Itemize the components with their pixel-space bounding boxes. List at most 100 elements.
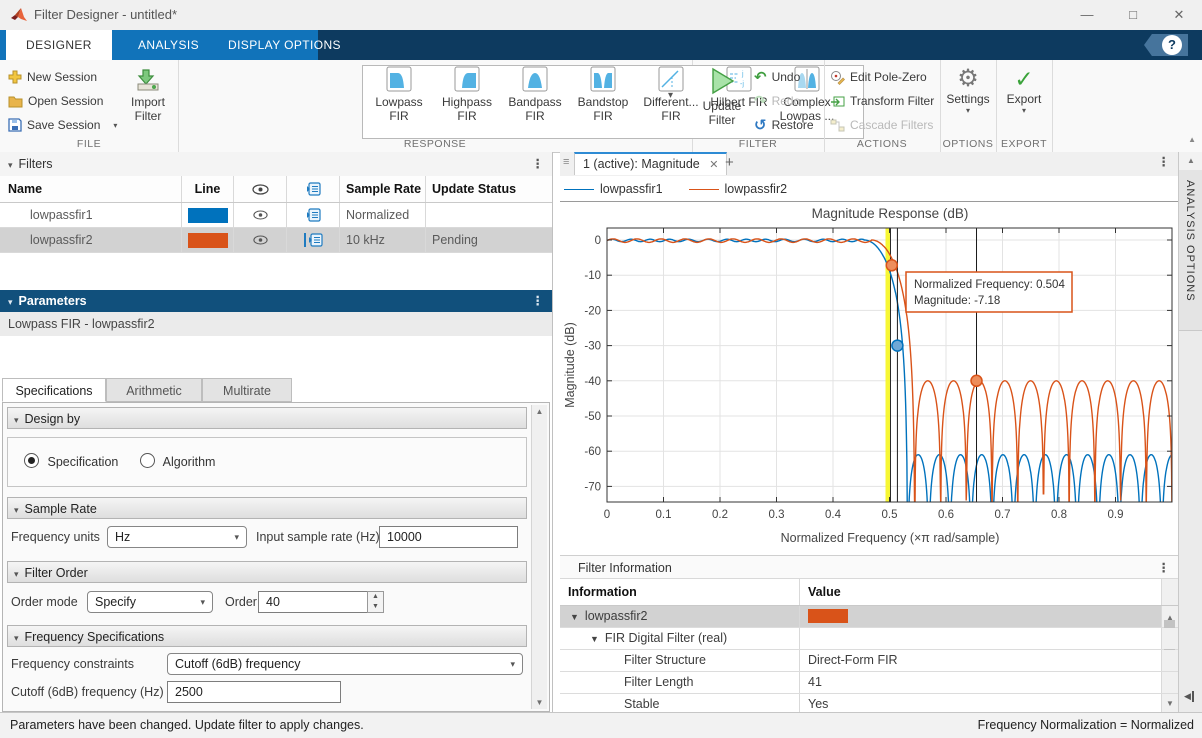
- response-bandpass-fir[interactable]: Bandpass FIR: [501, 66, 569, 136]
- spin-up-icon[interactable]: ▲: [368, 592, 383, 602]
- filter-info-row-structure[interactable]: Filter Structure Direct-Form FIR: [560, 650, 1178, 672]
- restore-button[interactable]: ↺ Restore: [754, 114, 814, 136]
- import-filter-button[interactable]: Import Filter: [122, 68, 174, 123]
- export-button[interactable]: ✓ Export ▾: [998, 66, 1050, 115]
- magnitude-plot-tab[interactable]: 1 (active): Magnitude ✕: [574, 152, 727, 175]
- help-button[interactable]: ?: [1144, 34, 1188, 56]
- undo-button[interactable]: ↶ Undo: [754, 66, 800, 88]
- tab-arithmetic[interactable]: Arithmetic: [106, 378, 202, 402]
- svg-text:0.6: 0.6: [938, 509, 954, 521]
- ribbon-collapse-icon[interactable]: ▲: [1188, 135, 1196, 144]
- show-response-button-current[interactable]: [287, 228, 340, 252]
- tab-analysis[interactable]: ANALYSIS: [118, 30, 219, 60]
- parameters-collapse-icon[interactable]: ▾: [8, 297, 13, 307]
- cutoff-frequency-field[interactable]: 2500: [167, 681, 341, 703]
- order-mode-dropdown[interactable]: Specify ▾: [87, 591, 213, 613]
- frequency-units-dropdown[interactable]: Hz ▾: [107, 526, 247, 548]
- section-label-filter: FILTER: [692, 138, 824, 150]
- redo-button[interactable]: ↷ Redo: [754, 90, 800, 112]
- plot-tab-bar: ≡ 1 (active): Magnitude ✕ + ⋮: [560, 152, 1178, 177]
- visibility-toggle[interactable]: [234, 228, 287, 252]
- filter-info-row-fir-digital[interactable]: ▼FIR Digital Filter (real): [560, 628, 1178, 650]
- minimize-button[interactable]: —: [1064, 0, 1110, 30]
- magnitude-response-chart[interactable]: Magnitude Response (dB) Magnitude (dB) N…: [560, 202, 1178, 555]
- tab-multirate[interactable]: Multirate: [202, 378, 292, 402]
- visibility-column-header[interactable]: [234, 176, 287, 202]
- plot-menu-icon[interactable]: ⋮: [1158, 154, 1171, 169]
- redo-icon: ↷: [754, 92, 767, 110]
- filter-row-lowpassfir2[interactable]: lowpassfir2 10 kHz Pending: [0, 228, 552, 253]
- frequency-constraints-label: Frequency constraints: [11, 652, 134, 676]
- filter-info-row-lowpassfir2[interactable]: ▼lowpassfir2 ▲: [560, 606, 1178, 628]
- input-sample-rate-field[interactable]: 10000: [379, 526, 518, 548]
- analysis-options-strip: ▲ ANALYSIS OPTIONS ◀: [1178, 152, 1202, 712]
- expander-icon[interactable]: ▼: [590, 634, 599, 644]
- parameters-scrollbar[interactable]: ▲ ▼: [531, 405, 547, 709]
- sample-rate-section-header[interactable]: ▾Sample Rate: [7, 497, 527, 519]
- line-color-swatch[interactable]: [188, 233, 228, 248]
- y-axis-label: Magnitude (dB): [563, 322, 577, 407]
- legend-lowpassfir1[interactable]: lowpassfir1: [564, 182, 663, 196]
- grip-icon[interactable]: ≡: [563, 156, 569, 168]
- tab-designer[interactable]: DESIGNER: [6, 30, 112, 60]
- settings-dropdown-icon: ▾: [942, 106, 994, 115]
- specification-radio[interactable]: [24, 453, 39, 468]
- tab-display-options[interactable]: DISPLAY OPTIONS: [208, 30, 361, 60]
- legend-lowpassfir2[interactable]: lowpassfir2: [689, 182, 788, 196]
- gallery-dropdown-icon[interactable]: ▾: [668, 90, 673, 101]
- maximize-button[interactable]: □: [1110, 0, 1156, 30]
- response-highpass-fir[interactable]: Highpass FIR: [433, 66, 501, 136]
- current-filter-marker: [304, 233, 306, 247]
- cascade-filters-button[interactable]: Cascade Filters: [830, 114, 933, 136]
- filter-order-section-header[interactable]: ▾Filter Order: [7, 561, 527, 583]
- update-filter-icon: [708, 66, 736, 96]
- analysis-options-tab[interactable]: ANALYSIS OPTIONS: [1179, 170, 1202, 331]
- edit-pole-zero-button[interactable]: Edit Pole-Zero: [830, 66, 927, 88]
- filters-menu-icon[interactable]: ⋮: [532, 152, 545, 176]
- scroll-down-icon[interactable]: ▼: [532, 698, 547, 707]
- scroll-down-icon[interactable]: ▼: [1162, 693, 1178, 714]
- matlab-logo-icon: [10, 7, 28, 23]
- transform-filter-button[interactable]: Transform Filter: [830, 90, 934, 112]
- open-session-button[interactable]: Open Session: [8, 90, 103, 112]
- line-color-swatch[interactable]: [188, 208, 228, 223]
- collapse-icon: ▾: [14, 569, 19, 579]
- dock-icon[interactable]: ◀: [1184, 691, 1194, 702]
- parameters-menu-icon[interactable]: ⋮: [532, 290, 545, 312]
- save-dropdown-icon[interactable]: ▾: [113, 121, 117, 130]
- filter-info-row-length[interactable]: Filter Length 41: [560, 672, 1178, 694]
- order-field[interactable]: 40: [258, 591, 368, 613]
- settings-button[interactable]: ⚙ Settings ▾: [942, 66, 994, 115]
- new-session-button[interactable]: New Session: [8, 66, 97, 88]
- update-filter-button[interactable]: Update Filter: [696, 66, 748, 127]
- tab-specifications[interactable]: Specifications: [2, 378, 106, 402]
- visibility-toggle[interactable]: [234, 203, 287, 227]
- status-message: Parameters have been changed. Update fil…: [10, 718, 364, 732]
- design-by-section-header[interactable]: ▾Design by: [7, 407, 527, 429]
- response-column-header[interactable]: [287, 176, 340, 202]
- filter-row-lowpassfir1[interactable]: lowpassfir1 Normalized: [0, 203, 552, 228]
- order-stepper[interactable]: ▲ ▼: [367, 591, 384, 613]
- save-session-button[interactable]: Save Session ▾: [8, 114, 123, 136]
- chart-tooltip: Normalized Frequency: 0.504 Magnitude: -…: [906, 272, 1072, 312]
- response-bandstop-fir[interactable]: Bandstop FIR: [569, 66, 637, 136]
- parameters-panel-title: Parameters: [19, 294, 87, 308]
- frequency-specifications-section-header[interactable]: ▾Frequency Specifications: [7, 625, 527, 647]
- filters-collapse-icon[interactable]: ▾: [8, 160, 13, 170]
- close-button[interactable]: ✕: [1156, 0, 1202, 30]
- strip-collapse-button[interactable]: ▲: [1179, 152, 1202, 171]
- add-tab-button[interactable]: +: [725, 154, 734, 171]
- expander-icon[interactable]: ▼: [570, 612, 579, 622]
- frequency-constraints-dropdown[interactable]: Cutoff (6dB) frequency ▾: [167, 653, 523, 675]
- chevron-down-icon: ▾: [234, 527, 239, 547]
- close-tab-icon[interactable]: ✕: [709, 159, 718, 171]
- info-scrollbar[interactable]: ▲: [1162, 606, 1178, 627]
- show-response-button[interactable]: [287, 203, 340, 227]
- algorithm-radio[interactable]: [140, 453, 155, 468]
- spin-down-icon[interactable]: ▼: [368, 602, 383, 612]
- filters-table-header: Name Line Sample Rate Update Status: [0, 176, 552, 203]
- response-lowpass-fir[interactable]: Lowpass FIR: [365, 66, 433, 136]
- svg-text:0.3: 0.3: [769, 509, 785, 521]
- filter-info-menu-icon[interactable]: ⋮: [1158, 556, 1171, 580]
- scroll-up-icon[interactable]: ▲: [532, 407, 547, 416]
